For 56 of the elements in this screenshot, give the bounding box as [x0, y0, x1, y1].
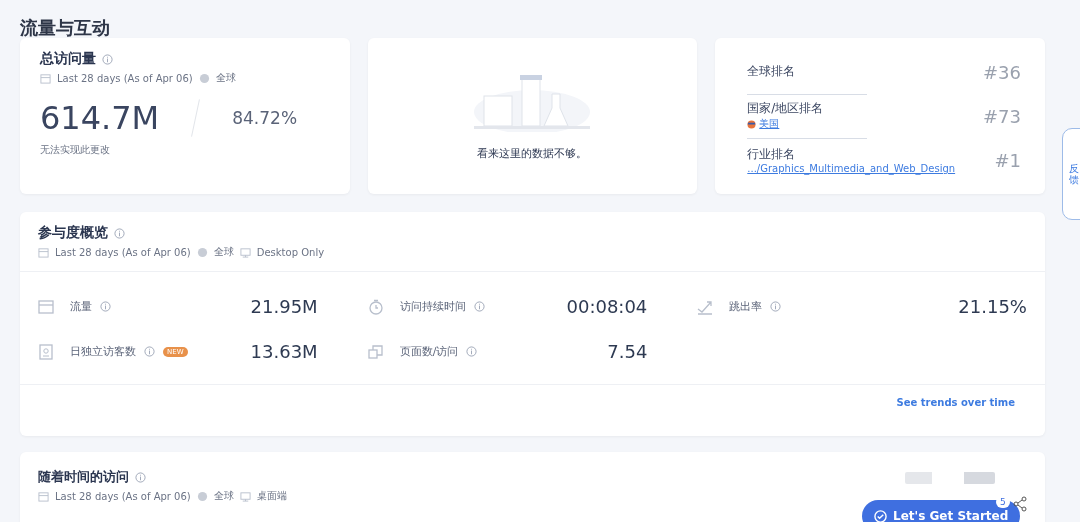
metric-label: 跳出率	[729, 299, 763, 314]
calendar-icon	[40, 72, 51, 84]
region-label: 全球	[213, 245, 234, 259]
date-range: Last 28 days (As of Apr 06)	[55, 490, 191, 502]
info-icon[interactable]	[466, 346, 478, 357]
metric-label: 日独立访客数	[70, 344, 136, 359]
info-icon[interactable]	[144, 346, 155, 357]
rank-label: 行业排名	[747, 146, 797, 163]
pages-icon	[367, 343, 384, 360]
arrow-out-icon	[697, 298, 714, 315]
metric-label: 流量	[70, 299, 92, 314]
id-card-icon	[38, 343, 54, 360]
rank-label: 国家/地区排名	[747, 100, 825, 117]
rank-value: #1	[994, 149, 1021, 171]
device-label: Desktop Only	[256, 246, 325, 258]
feedback-tab[interactable]: 反馈	[1062, 128, 1080, 220]
info-icon[interactable]	[102, 53, 113, 65]
category-link[interactable]: 美国	[759, 117, 780, 131]
metric-label: 页面数/访问	[399, 344, 459, 359]
region-label: 全球	[215, 71, 236, 85]
card-title: 总访问量	[40, 50, 96, 68]
metric-label: 访问持续时间	[399, 299, 466, 314]
date-range: Last 28 days (As of Apr 06)	[57, 72, 193, 84]
monitor-icon	[239, 246, 251, 258]
metric-value: 00:08:04	[566, 296, 648, 317]
info-icon[interactable]	[135, 471, 146, 483]
trends-link[interactable]: See trends over time	[896, 397, 1015, 408]
calendar-icon	[38, 246, 49, 258]
rank-value: #36	[983, 61, 1021, 83]
card-title: 参与度概览	[38, 224, 108, 242]
metric-value: 13.63M	[250, 341, 318, 362]
share-icon[interactable]	[1012, 496, 1028, 512]
change-note: 无法实现此更改	[40, 143, 111, 157]
empty-message: 看来这里的数据不够。	[477, 145, 588, 161]
category-link[interactable]: .../Graphics_Multimedia_and_Web_Design	[747, 163, 956, 174]
info-icon[interactable]	[473, 301, 485, 312]
calendar-icon	[38, 490, 49, 502]
device-label: 桌面端	[256, 489, 287, 503]
visits-value: 614.7M	[40, 99, 160, 137]
calendar-icon	[38, 298, 54, 315]
date-range: Last 28 days (As of Apr 06)	[55, 246, 191, 258]
metric-value: 21.95M	[250, 296, 318, 317]
info-icon[interactable]	[100, 301, 111, 312]
info-icon[interactable]	[114, 227, 125, 239]
rank-label: 全球排名	[747, 63, 797, 80]
share-value: 84.72%	[232, 108, 298, 128]
monitor-icon	[239, 490, 251, 502]
section-title: 流量与互动	[20, 16, 111, 38]
region-label: 全球	[213, 489, 234, 503]
metric-value: 7.54	[607, 341, 648, 362]
rank-value: #73	[983, 105, 1021, 127]
metric-value: 21.15%	[958, 296, 1027, 317]
flag-icon	[747, 119, 757, 129]
info-icon[interactable]	[770, 301, 782, 312]
stopwatch-icon	[367, 298, 384, 315]
card-title: 随着时间的访问	[38, 468, 129, 486]
